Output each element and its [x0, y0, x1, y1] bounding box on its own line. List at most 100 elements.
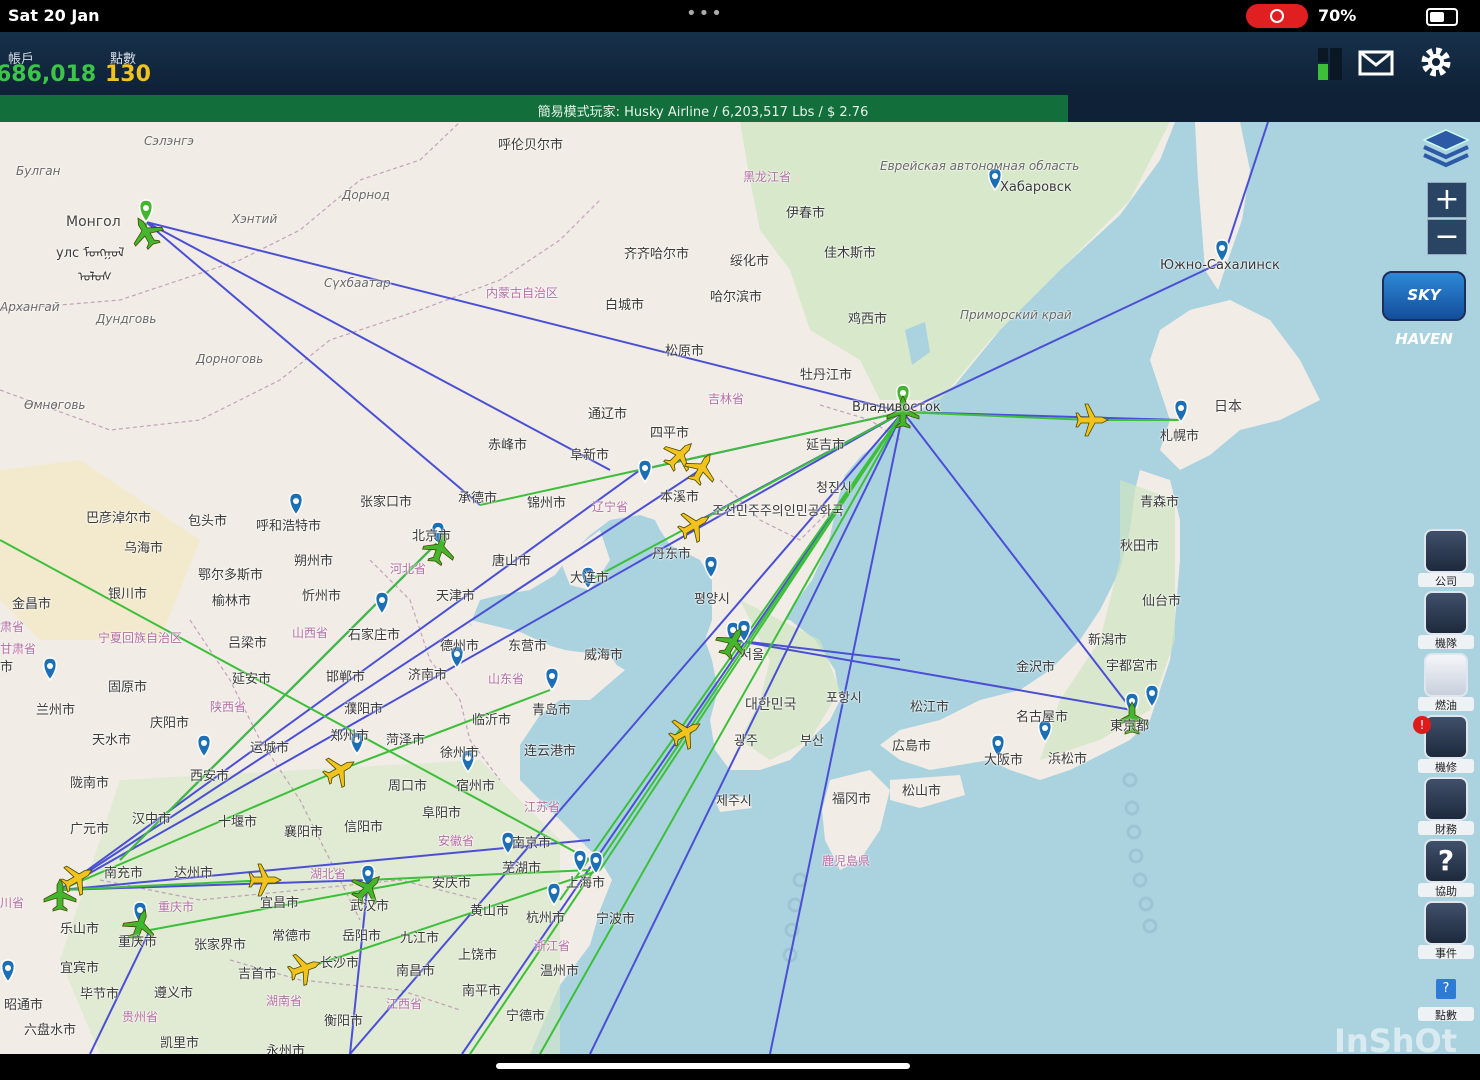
map-label-gwangju: 광주 — [734, 734, 758, 749]
map-label-japan: 日本 — [1214, 399, 1242, 415]
screen-record-icon[interactable] — [1246, 4, 1308, 28]
map-label-zhejiang: 浙江省 — [534, 939, 571, 953]
fleet-label: 機隊 — [1418, 635, 1474, 650]
events-button[interactable]: 事件 — [1418, 901, 1474, 960]
map-label-yuzhno: Южно-Сахалинск — [1160, 258, 1280, 273]
map-label-lanzhou: 兰州市 — [36, 703, 76, 718]
map-label-primorsky: Приморский край — [960, 308, 1072, 322]
map-label-jilin: 吉林省 — [708, 392, 745, 406]
map-label-hohhot: 呼和浩特市 — [256, 519, 322, 534]
map-label-gansu2: 甘肃省 — [0, 642, 37, 656]
map-label-zunyi: 遵义市 — [154, 986, 194, 1001]
map-label-jiangxi: 江西省 — [386, 997, 423, 1011]
map-label-wenzhou: 温州市 — [540, 964, 580, 979]
map-label-hengyang: 衡阳市 — [324, 1014, 364, 1029]
map-label-ordos: 鄂尔多斯市 — [198, 568, 264, 583]
map-label-sukhbaatar: Сүхбаатар — [324, 276, 391, 290]
map-label-dongying: 东营市 — [508, 639, 548, 654]
map-label-lianyungang: 连云港市 — [524, 744, 577, 759]
account-value: 686,018 — [0, 62, 97, 87]
map-label-yichun: 伊春市 — [786, 206, 826, 221]
top-header: 帳戶 686,018 點數 130 — [0, 32, 1480, 95]
help-button[interactable]: ? 協助 — [1418, 839, 1474, 898]
zoom-in-button[interactable]: + — [1427, 182, 1467, 218]
map-label-matsue: 松江市 — [910, 700, 950, 715]
map-label-liaoning: 辽宁省 — [592, 500, 629, 514]
layers-icon[interactable] — [1422, 128, 1470, 168]
map-label-nanjing: 南京市 — [512, 836, 552, 851]
map-label-xuzhou: 徐州市 — [440, 746, 480, 761]
airplane-icon[interactable] — [1075, 403, 1109, 437]
map-label-hanzhong: 汉中市 — [132, 812, 172, 827]
finance-label: 財務 — [1418, 821, 1474, 836]
map-label-khabarovsk: Хабаровск — [1000, 180, 1072, 195]
world-map[interactable]: 呼伦贝尔市 黑龙江省 伊春市 佳木斯市 Хабаровск Еврейская автон… — [0, 122, 1480, 1054]
map-label-utsunomiya: 宇都宮市 — [1106, 659, 1159, 674]
map-label-harbin: 哈尔滨市 — [710, 290, 763, 305]
multitask-dots-icon[interactable]: ••• — [686, 3, 724, 24]
battery-percent: 70% — [1318, 6, 1357, 25]
map-label-omnogovi: Өмнөговь — [24, 398, 86, 412]
map-label-dezhou: 德州市 — [440, 639, 480, 654]
map-label-wuhan: 武汉市 — [350, 899, 390, 914]
map-label-changde: 常德市 — [272, 929, 312, 944]
status-date: Sat 20 Jan — [8, 6, 100, 25]
map-label-osaka: 大阪市 — [984, 753, 1024, 768]
company-button[interactable]: 公司 — [1418, 529, 1474, 588]
map-label-arkhangai: Архангай — [0, 300, 60, 314]
map-label-tokyo: 東京都 — [1110, 719, 1150, 734]
map-label-yanji: 延吉市 — [806, 438, 846, 453]
map-label-fuxin: 阜新市 — [570, 448, 610, 463]
map-label-suihua: 绥化市 — [730, 254, 770, 269]
zoom-out-button[interactable]: − — [1427, 219, 1467, 255]
map-label-matsuyama: 松山市 — [902, 784, 942, 799]
map-label-tangshan: 唐山市 — [492, 554, 532, 569]
map-label-shu: 市 — [0, 660, 14, 675]
map-label-anhui: 安徽省 — [438, 834, 475, 848]
map-label-dandong: 丹东市 — [652, 547, 692, 562]
points-button[interactable]: ? 點數 — [1418, 963, 1474, 1022]
map-label-guangyuan: 广元市 — [70, 822, 110, 837]
map-label-anqing: 安庆市 — [432, 876, 472, 891]
map-label-inner-mongolia: 内蒙古自治区 — [486, 286, 559, 300]
map-label-bulgan: Булган — [16, 164, 61, 178]
home-bar[interactable] — [496, 1063, 910, 1069]
map-label-jeju: 제주시 — [716, 794, 752, 809]
finance-button[interactable]: 財務 — [1418, 777, 1474, 836]
fleet-button[interactable]: 機隊 — [1418, 591, 1474, 650]
map-label-mongol2: улс ᠮᠣᠩᠭᠣᠯ — [56, 246, 125, 261]
land-hokkaido — [1150, 300, 1320, 470]
home-indicator[interactable] — [0, 1054, 1480, 1080]
map-label-sapporo: 札幌市 — [1160, 429, 1200, 444]
map-label-shaanxi: 陕西省 — [210, 700, 247, 714]
map-label-jinchang: 金昌市 — [12, 597, 52, 612]
map-label-suzhou: 宿州市 — [456, 779, 496, 794]
map-label-benxi: 本溪市 — [660, 490, 700, 505]
map-label-tianjin: 天津市 — [436, 589, 476, 604]
map-label-heze: 菏泽市 — [386, 733, 426, 748]
news-ticker: 簡易模式玩家: Husky Airline / 6,203,517 Lbs / … — [0, 95, 1480, 122]
map-label-yanan: 延安市 — [232, 672, 272, 687]
map-label-niigata: 新潟市 — [1088, 633, 1128, 648]
signal-bars-icon[interactable] — [1316, 46, 1346, 82]
map-label-shijiazhuang: 石家庄市 — [348, 628, 401, 643]
fuel-label: 燃油 — [1418, 697, 1474, 712]
map-label-jinan: 济南市 — [408, 668, 448, 683]
map-label-xinzhou: 忻州市 — [302, 589, 342, 604]
company-label: 公司 — [1418, 573, 1474, 588]
map-label-yuncheng: 运城市 — [250, 741, 290, 756]
map-label-dornogovi: Дорноговь — [196, 352, 264, 366]
fuel-icon — [1424, 653, 1468, 697]
map-label-xian: 西安市 — [190, 769, 230, 784]
mail-icon[interactable] — [1358, 48, 1396, 78]
map-label-guizhou: 贵州省 — [122, 1010, 159, 1024]
gear-icon[interactable] — [1418, 44, 1454, 80]
map-label-tongliao: 通辽市 — [588, 407, 628, 422]
map-label-beijing: 北京市 — [412, 529, 452, 544]
skyhaven-button[interactable]: SKY HAVEN — [1382, 271, 1466, 348]
map-label-dprk: 조선민주주의인민공화국 — [712, 504, 844, 519]
map-label-guyuan: 固原市 — [108, 680, 148, 695]
map-label-yinchuan: 银川市 — [108, 587, 148, 602]
fuel-button[interactable]: 燃油 — [1418, 653, 1474, 712]
help-icon: ? — [1424, 839, 1468, 883]
